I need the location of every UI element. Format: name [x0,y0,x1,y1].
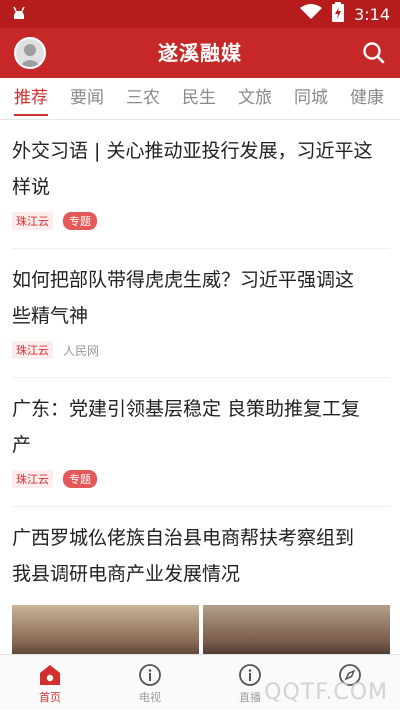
app-title: 遂溪融媒 [158,41,242,65]
status-bar: 3:14 [0,0,400,28]
nav-home[interactable]: 首页 [0,655,100,711]
tab-culture-tourism[interactable]: 文旅 [238,78,272,120]
article-image-strip[interactable] [12,605,390,654]
source-tag: 珠江云 [12,212,53,230]
app-bar: 遂溪融媒 [0,28,400,78]
info-circle-icon [138,663,162,687]
tab-health[interactable]: 健康 [350,78,384,120]
tab-agriculture[interactable]: 三农 [126,78,160,120]
article-item[interactable]: 广西罗城仫佬族自治县电商帮扶考察组到 我县调研电商产业发展情况 [12,520,390,604]
category-tabs: 推荐 要闻 三农 民生 文旅 同城 健康 [0,78,400,120]
article-item[interactable]: 广东：党建引领基层稳定 良策助推复工复 产 珠江云 专题 [12,391,390,507]
article-thumbnail [12,605,199,654]
article-headline: 广西罗城仫佬族自治县电商帮扶考察组到 我县调研电商产业发展情况 [12,527,355,585]
tab-livelihood[interactable]: 民生 [182,78,216,120]
source-tag: 珠江云 [12,341,53,359]
news-feed: 外交习语 | 关心推动亚投行发展，习近平这 样说 珠江云 专题 如何把部队带得虎… [0,121,400,654]
source-tag: 珠江云 [12,470,53,488]
article-headline: 外交习语 | 关心推动亚投行发展，习近平这 样说 [12,140,373,198]
outlet-label: 人民网 [63,343,100,358]
wifi-icon [300,4,323,24]
article-item[interactable]: 如何把部队带得虎虎生威？习近平强调这 些精气神 珠江云 人民网 [12,262,390,378]
tab-headlines[interactable]: 要闻 [70,78,104,120]
nav-tv[interactable]: 电视 [100,655,200,711]
search-icon[interactable] [362,41,386,65]
info-circle-icon [238,663,262,687]
special-badge: 专题 [63,212,97,230]
watermark-text: QQTF.COM [264,680,388,705]
article-headline: 如何把部队带得虎虎生威？习近平强调这 些精气神 [12,269,355,327]
special-badge: 专题 [63,470,97,488]
tab-recommend[interactable]: 推荐 [14,78,48,120]
status-time: 3:14 [354,4,390,24]
article-headline: 广东：党建引领基层稳定 良策助推复工复 产 [12,398,361,456]
article-item[interactable]: 外交习语 | 关心推动亚投行发展，习近平这 样说 珠江云 专题 [12,133,390,249]
battery-icon [332,2,345,26]
tab-local[interactable]: 同城 [294,78,328,120]
home-icon [38,663,62,687]
android-notification-icon [12,5,26,25]
article-thumbnail [203,605,390,654]
